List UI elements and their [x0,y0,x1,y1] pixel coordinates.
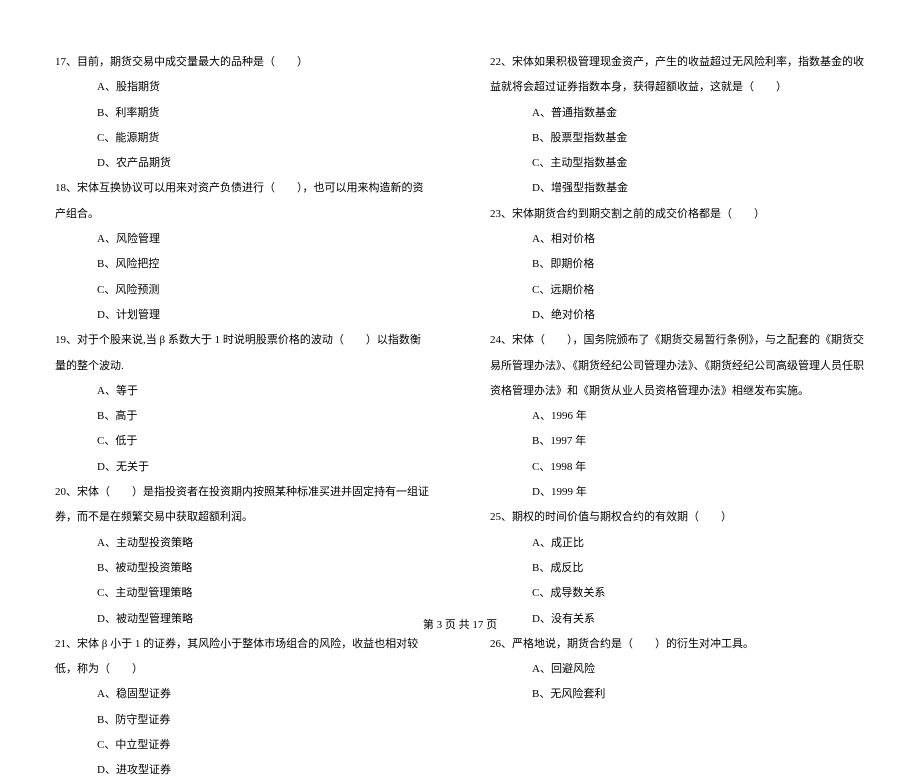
question-21: 21、宋体 β 小于 1 的证券，其风险小于整体市场组合的风险，收益也相对较低，… [55,632,430,784]
page-number: 第 3 页 共 17 页 [423,619,497,631]
option-a: A、1996 年 [532,404,865,429]
option-a: A、成正比 [532,531,865,556]
options-block: A、相对价格 B、即期价格 C、远期价格 D、绝对价格 [490,227,865,328]
option-a: A、稳固型证券 [97,682,430,707]
option-c: C、1998 年 [532,455,865,480]
option-c: C、中立型证券 [97,733,430,758]
option-d: D、绝对价格 [532,303,865,328]
q-body: 期权的时间价值与期权合约的有效期（ ） [512,511,732,523]
q-body: 对于个股来说,当 β 系数大于 1 时说明股票价格的波动（ ）以指数衡量的整个波… [55,334,421,371]
question-text: 25、期权的时间价值与期权合约的有效期（ ） [490,505,865,530]
question-17: 17、目前，期货交易中成交量最大的品种是（ ） A、股指期货 B、利率期货 C、… [55,50,430,176]
question-24: 24、宋体（ ），国务院颁布了《期货交易暂行条例》，与之配套的《期货交易所管理办… [490,328,865,505]
q-number: 22、 [490,56,512,68]
option-c: C、低于 [97,429,430,454]
q-number: 26、 [490,638,512,650]
question-text: 17、目前，期货交易中成交量最大的品种是（ ） [55,50,430,75]
option-b: B、利率期货 [97,101,430,126]
option-c: C、远期价格 [532,278,865,303]
option-a: A、等于 [97,379,430,404]
left-column: 17、目前，期货交易中成交量最大的品种是（ ） A、股指期货 B、利率期货 C、… [55,50,430,784]
options-block: A、回避风险 B、无风险套利 [490,657,865,708]
q-body: 宋体 β 小于 1 的证券，其风险小于整体市场组合的风险，收益也相对较低，称为（… [55,638,418,675]
option-b: B、1997 年 [532,429,865,454]
question-20: 20、宋体（ ）是指投资者在投资期内按照某种标准买进并固定持有一组证券，而不是在… [55,480,430,632]
options-block: A、风险管理 B、风险把控 C、风险预测 D、计划管理 [55,227,430,328]
option-d: D、1999 年 [532,480,865,505]
option-b: B、防守型证券 [97,708,430,733]
option-c: C、能源期货 [97,126,430,151]
option-b: B、股票型指数基金 [532,126,865,151]
q-number: 17、 [55,56,77,68]
question-26: 26、严格地说，期货合约是（ ）的衍生对冲工具。 A、回避风险 B、无风险套利 [490,632,865,708]
question-text: 26、严格地说，期货合约是（ ）的衍生对冲工具。 [490,632,865,657]
question-text: 20、宋体（ ）是指投资者在投资期内按照某种标准买进并固定持有一组证券，而不是在… [55,480,430,531]
option-d: D、农产品期货 [97,151,430,176]
option-a: A、相对价格 [532,227,865,252]
question-19: 19、对于个股来说,当 β 系数大于 1 时说明股票价格的波动（ ）以指数衡量的… [55,328,430,480]
options-block: A、股指期货 B、利率期货 C、能源期货 D、农产品期货 [55,75,430,176]
options-block: A、等于 B、高于 C、低于 D、无关于 [55,379,430,480]
option-d: D、增强型指数基金 [532,176,865,201]
option-b: B、成反比 [532,556,865,581]
option-a: A、普通指数基金 [532,101,865,126]
q-body: 目前，期货交易中成交量最大的品种是（ ） [77,56,308,68]
option-a: A、主动型投资策略 [97,531,430,556]
question-text: 18、宋体互换协议可以用来对资产负债进行（ ），也可以用来构造新的资产组合。 [55,176,430,227]
q-number: 24、 [490,334,512,346]
question-25: 25、期权的时间价值与期权合约的有效期（ ） A、成正比 B、成反比 C、成导数… [490,505,865,631]
question-text: 23、宋体期货合约到期交割之前的成交价格都是（ ） [490,202,865,227]
q-body: 宋体期货合约到期交割之前的成交价格都是（ ） [512,208,765,220]
option-c: C、主动型管理策略 [97,581,430,606]
option-b: B、被动型投资策略 [97,556,430,581]
question-22: 22、宋体如果积极管理现金资产，产生的收益超过无风险利率，指数基金的收益就将会超… [490,50,865,202]
q-body: 宋体如果积极管理现金资产，产生的收益超过无风险利率，指数基金的收益就将会超过证券… [490,56,864,93]
question-18: 18、宋体互换协议可以用来对资产负债进行（ ），也可以用来构造新的资产组合。 A… [55,176,430,328]
question-23: 23、宋体期货合约到期交割之前的成交价格都是（ ） A、相对价格 B、即期价格 … [490,202,865,328]
options-block: A、1996 年 B、1997 年 C、1998 年 D、1999 年 [490,404,865,505]
q-number: 18、 [55,182,77,194]
q-body: 宋体互换协议可以用来对资产负债进行（ ），也可以用来构造新的资产组合。 [55,182,424,219]
option-b: B、即期价格 [532,252,865,277]
option-c: C、风险预测 [97,278,430,303]
option-b: B、无风险套利 [532,682,865,707]
option-a: A、风险管理 [97,227,430,252]
page-container: 17、目前，期货交易中成交量最大的品种是（ ） A、股指期货 B、利率期货 C、… [0,0,920,784]
question-text: 24、宋体（ ），国务院颁布了《期货交易暂行条例》，与之配套的《期货交易所管理办… [490,328,865,404]
option-c: C、主动型指数基金 [532,151,865,176]
q-number: 21、 [55,638,77,650]
q-number: 23、 [490,208,512,220]
option-c: C、成导数关系 [532,581,865,606]
q-number: 20、 [55,486,77,498]
options-block: A、普通指数基金 B、股票型指数基金 C、主动型指数基金 D、增强型指数基金 [490,101,865,202]
right-column: 22、宋体如果积极管理现金资产，产生的收益超过无风险利率，指数基金的收益就将会超… [490,50,865,784]
q-body: 宋体（ ），国务院颁布了《期货交易暂行条例》，与之配套的《期货交易所管理办法》、… [490,334,864,397]
q-number: 19、 [55,334,77,346]
option-a: A、股指期货 [97,75,430,100]
option-d: D、计划管理 [97,303,430,328]
q-number: 25、 [490,511,512,523]
options-block: A、稳固型证券 B、防守型证券 C、中立型证券 D、进攻型证券 [55,682,430,783]
q-body: 宋体（ ）是指投资者在投资期内按照某种标准买进并固定持有一组证券，而不是在频繁交… [55,486,429,523]
question-text: 22、宋体如果积极管理现金资产，产生的收益超过无风险利率，指数基金的收益就将会超… [490,50,865,101]
option-b: B、风险把控 [97,252,430,277]
option-a: A、回避风险 [532,657,865,682]
question-text: 19、对于个股来说,当 β 系数大于 1 时说明股票价格的波动（ ）以指数衡量的… [55,328,430,379]
option-b: B、高于 [97,404,430,429]
question-text: 21、宋体 β 小于 1 的证券，其风险小于整体市场组合的风险，收益也相对较低，… [55,632,430,683]
option-d: D、无关于 [97,455,430,480]
page-footer: 第 3 页 共 17 页 [0,616,920,632]
option-d: D、进攻型证券 [97,758,430,783]
q-body: 严格地说，期货合约是（ ）的衍生对冲工具。 [512,638,754,650]
